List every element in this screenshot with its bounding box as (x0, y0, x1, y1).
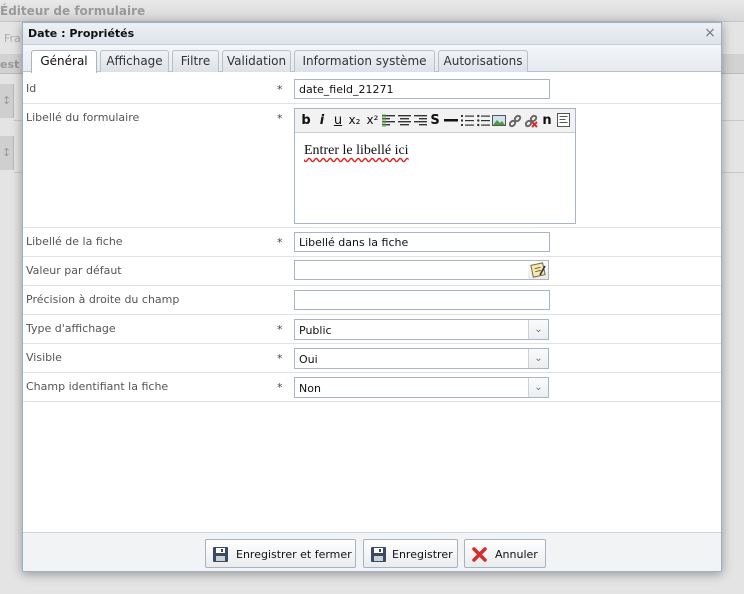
label-champ-identifiant: Champ identifiant la fiche (26, 380, 169, 393)
label-type-affichage: Type d'affichage (26, 322, 116, 335)
rte-toolbar: b i u x₂ x² S n (295, 109, 575, 133)
cancel-label: Annuler (495, 548, 538, 561)
tab-information-systeme[interactable]: Information système (294, 50, 435, 72)
bullet-list-icon (476, 114, 490, 127)
save-button[interactable]: Enregistrer (363, 539, 458, 568)
italic-button[interactable]: i (315, 111, 329, 130)
image-icon (492, 115, 506, 126)
tab-general[interactable]: Général (31, 50, 97, 73)
save-and-close-button[interactable]: Enregistrer et fermer (205, 539, 356, 568)
champ-identifiant-value: Non (299, 382, 321, 395)
subscript-button[interactable]: x₂ (346, 111, 363, 130)
bullet-list-button[interactable] (476, 111, 490, 130)
tab-validation[interactable]: Validation (222, 50, 291, 72)
required-marker: * (277, 323, 283, 336)
row-valeur-defaut: Valeur par défaut (23, 257, 721, 286)
align-right-icon (413, 115, 427, 126)
calendar-icon (530, 262, 546, 278)
required-marker: * (277, 112, 283, 125)
horizontal-rule-button[interactable] (444, 111, 458, 130)
numbered-list-icon (460, 115, 474, 126)
unlink-icon (524, 114, 538, 128)
background-drag-handle: ↕ (0, 84, 14, 118)
strikethrough-button[interactable]: S (428, 111, 442, 130)
form-general: Id * date_field_21271 Libellé du formula… (23, 75, 721, 535)
visible-select[interactable]: Oui ⌄ (294, 348, 549, 369)
chevron-down-icon: ⌄ (528, 349, 548, 368)
save-and-close-label: Enregistrer et fermer (236, 548, 352, 561)
tab-filtre[interactable]: Filtre (172, 50, 219, 72)
required-marker: * (277, 83, 283, 96)
required-marker: * (277, 381, 283, 394)
align-right-button[interactable] (413, 111, 427, 130)
row-visible: Visible * Oui ⌄ (23, 344, 721, 373)
tab-strip: Général Affichage Filtre Validation Info… (23, 45, 721, 73)
required-marker: * (277, 352, 283, 365)
label-precision: Précision à droite du champ (26, 293, 180, 306)
drag-handle-icon: ↕ (2, 146, 12, 159)
required-marker: * (277, 236, 283, 249)
row-champ-identifiant: Champ identifiant la fiche * Non ⌄ (23, 373, 721, 402)
precision-field[interactable] (294, 290, 550, 310)
insert-image-button[interactable] (492, 111, 506, 130)
numbered-list-button[interactable] (460, 111, 474, 130)
chevron-down-icon: ⌄ (528, 378, 548, 397)
align-left-button[interactable] (381, 111, 395, 130)
dialog-header: Date : Propriétés × (23, 23, 721, 45)
type-affichage-select[interactable]: Public ⌄ (294, 319, 549, 340)
bold-button[interactable]: b (299, 111, 313, 130)
tab-autorisations[interactable]: Autorisations (438, 50, 528, 72)
row-precision: Précision à droite du champ (23, 286, 721, 315)
cancel-icon (472, 547, 487, 562)
special-character-button[interactable]: n (540, 111, 554, 130)
dialog-title: Date : Propriétés (28, 27, 135, 40)
label-id: Id (26, 82, 37, 95)
background-title: Éditeur de formulaire (0, 0, 744, 22)
background-drag-handle: ↕ (0, 136, 14, 170)
row-libelle-fiche: Libellé de la fiche * Libellé dans la fi… (23, 228, 721, 257)
close-icon: × (704, 25, 716, 41)
visible-value: Oui (299, 353, 318, 366)
save-close-icon (213, 547, 228, 562)
row-id: Id * date_field_21271 (23, 75, 721, 104)
align-left-icon (381, 114, 395, 127)
row-type-affichage: Type d'affichage * Public ⌄ (23, 315, 721, 344)
label-visible: Visible (26, 351, 62, 364)
chevron-down-icon: ⌄ (528, 320, 548, 339)
default-date-field[interactable] (294, 260, 529, 280)
underline-button[interactable]: u (331, 111, 345, 130)
dialog-footer: Enregistrer et fermer Enregistrer Annule… (23, 532, 721, 571)
label-libelle-formulaire: Libellé du formulaire (26, 111, 140, 124)
source-code-icon (556, 113, 570, 127)
align-center-button[interactable] (397, 111, 411, 130)
tab-affichage[interactable]: Affichage (100, 50, 169, 72)
insert-link-button[interactable] (508, 111, 522, 130)
type-affichage-value: Public (299, 324, 332, 337)
rich-text-editor: b i u x₂ x² S n Entrer le libellé ici (294, 108, 576, 224)
id-field[interactable]: date_field_21271 (294, 79, 550, 99)
horizontal-rule-icon (444, 119, 458, 122)
save-icon (371, 547, 386, 562)
close-button[interactable]: × (703, 25, 717, 41)
superscript-button[interactable]: x² (364, 111, 381, 130)
rich-text-content[interactable]: Entrer le libellé ici (304, 143, 409, 159)
save-label: Enregistrer (392, 548, 453, 561)
properties-dialog: Date : Propriétés × Général Affichage Fi… (22, 22, 722, 572)
label-libelle-fiche: Libellé de la fiche (26, 235, 123, 248)
libelle-fiche-field[interactable]: Libellé dans la fiche (294, 232, 550, 252)
cancel-button[interactable]: Annuler (464, 539, 546, 568)
champ-identifiant-select[interactable]: Non ⌄ (294, 377, 549, 398)
drag-handle-icon: ↕ (2, 94, 12, 107)
row-libelle-formulaire: Libellé du formulaire * b i u x₂ x² S n … (23, 104, 721, 228)
source-code-button[interactable] (556, 111, 570, 130)
date-picker-button[interactable] (528, 260, 549, 280)
link-icon (508, 114, 522, 128)
remove-link-button[interactable] (524, 111, 538, 130)
label-valeur-defaut: Valeur par défaut (26, 264, 122, 277)
align-center-icon (397, 115, 411, 126)
